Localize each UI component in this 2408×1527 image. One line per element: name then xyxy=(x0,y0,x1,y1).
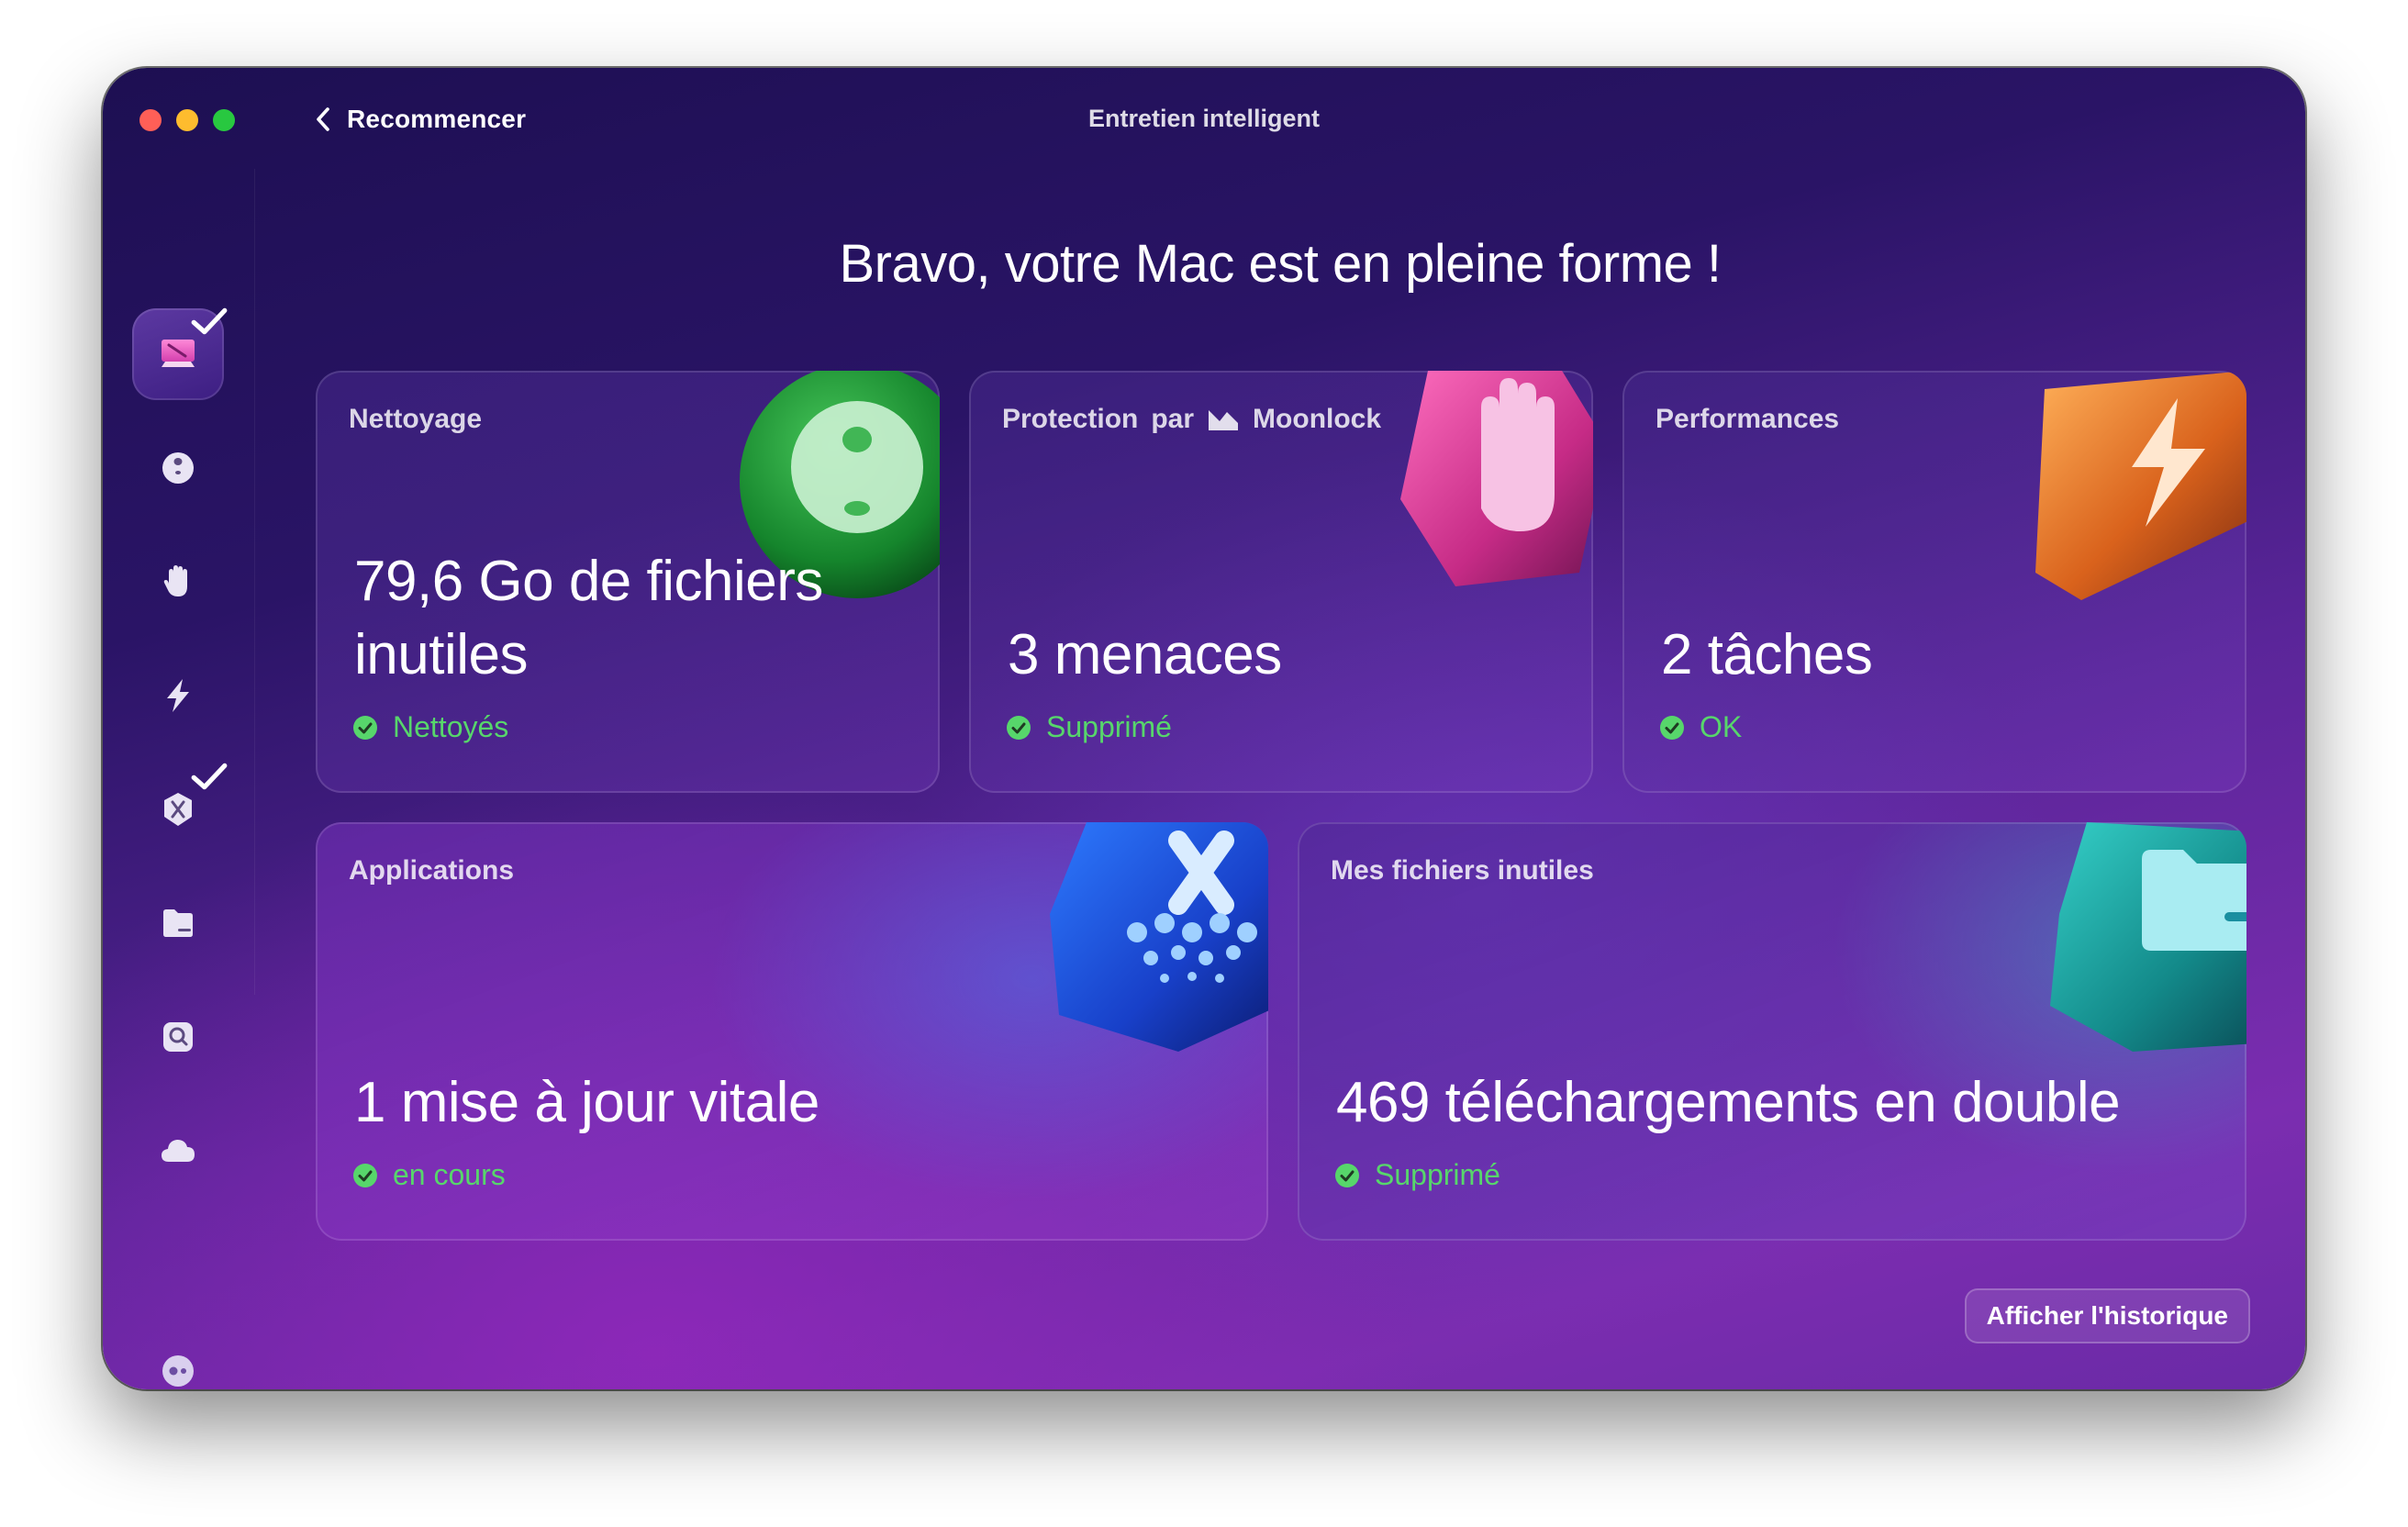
cloud-icon xyxy=(162,1140,195,1162)
checkmark-icon xyxy=(191,763,228,790)
check-circle-icon xyxy=(1007,715,1031,740)
cleanup-icon xyxy=(162,452,194,484)
protection-icon xyxy=(163,565,187,596)
sidebar-item-smart-care[interactable] xyxy=(132,307,228,400)
app-window: Recommencer Entretien intelligent Bravo,… xyxy=(103,68,2305,1389)
check-circle-icon xyxy=(353,1163,377,1187)
my-clutter-illustration xyxy=(2050,822,2246,1052)
sidebar-item-space-lens[interactable] xyxy=(132,991,224,1083)
checkmark-icon xyxy=(191,307,228,335)
applications-card-status-label: en cours xyxy=(393,1158,506,1191)
applications-card[interactable]: Applications 1 mise à jour vitale en cou… xyxy=(316,822,1268,1241)
applications-card-value: 1 mise à jour vitale xyxy=(354,1071,819,1134)
window-title: Entretien intelligent xyxy=(1087,105,1321,132)
check-circle-icon xyxy=(1335,1163,1359,1187)
protection-card[interactable]: Protection par Moonlock 3 menaces Suppri… xyxy=(969,371,1593,793)
moonlock-brand-label: Moonlock xyxy=(1253,404,1382,434)
cleanup-card-status: Nettoyés xyxy=(352,710,508,744)
my-clutter-card-status: Supprimé xyxy=(1334,1158,1500,1192)
performance-card-status-label: OK xyxy=(1700,710,1743,743)
my-clutter-card-status-label: Supprimé xyxy=(1375,1158,1500,1191)
assistant-button[interactable] xyxy=(132,1325,224,1389)
protection-card-status: Supprimé xyxy=(1006,710,1172,744)
sidebar xyxy=(103,169,255,1389)
protection-card-title-by: par xyxy=(1151,404,1195,434)
assistant-icon xyxy=(162,1355,194,1387)
my-clutter-icon xyxy=(163,909,193,937)
performance-illustration xyxy=(2035,371,2246,600)
protection-card-status-label: Supprimé xyxy=(1046,710,1172,743)
sidebar-item-cleanup[interactable] xyxy=(132,422,224,514)
sidebar-item-performance[interactable] xyxy=(132,650,224,741)
moonlock-logo-icon xyxy=(1209,410,1239,430)
sidebar-item-applications[interactable] xyxy=(132,763,228,855)
check-circle-icon xyxy=(1660,715,1684,740)
performance-card[interactable]: Performances 2 tâches OK xyxy=(1622,371,2246,793)
performance-card-title: Performances xyxy=(1656,404,1840,434)
protection-card-title: Protection par Moonlock xyxy=(1002,404,1381,435)
performance-card-value: 2 tâches xyxy=(1661,623,1873,686)
my-clutter-card[interactable]: Mes fichiers inutiles 469 téléchargement… xyxy=(1298,822,2246,1241)
title-bar: Recommencer Entretien intelligent xyxy=(103,68,2305,169)
protection-card-title-text: Protection xyxy=(1002,404,1139,434)
cleanup-card-status-label: Nettoyés xyxy=(393,710,509,743)
sidebar-item-protection[interactable] xyxy=(132,536,224,628)
performance-card-status: OK xyxy=(1659,710,1742,744)
protection-card-value: 3 menaces xyxy=(1008,623,1282,686)
sidebar-item-cloud[interactable] xyxy=(132,1105,224,1197)
performance-icon xyxy=(167,679,189,712)
my-clutter-card-value: 469 téléchargements en double xyxy=(1336,1071,2121,1134)
page-headline: Bravo, votre Mac est en pleine forme ! xyxy=(839,234,1722,294)
check-circle-icon xyxy=(353,715,377,740)
space-lens-icon xyxy=(163,1022,193,1052)
applications-illustration xyxy=(1050,822,1268,1052)
cleanup-card[interactable]: Nettoyage 79,6 Go de fichiers inutiles N… xyxy=(316,371,940,793)
my-clutter-card-title: Mes fichiers inutiles xyxy=(1331,855,1594,886)
applications-card-title: Applications xyxy=(349,855,515,886)
cleanup-card-value: 79,6 Go de fichiers inutiles xyxy=(354,550,823,686)
applications-card-status: en cours xyxy=(352,1158,506,1192)
sidebar-item-my-clutter[interactable] xyxy=(132,877,224,969)
protection-illustration xyxy=(1400,371,1593,586)
cleanup-card-title: Nettoyage xyxy=(349,404,483,434)
show-history-button[interactable]: Afficher l'historique xyxy=(1964,1288,2250,1343)
